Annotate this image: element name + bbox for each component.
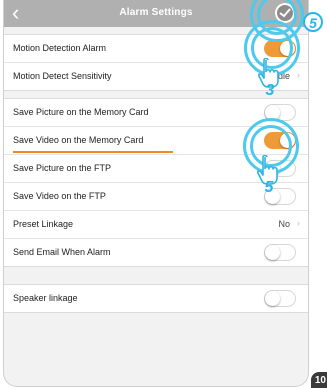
setting-label: Preset Linkage	[13, 219, 74, 229]
setting-label: Save Video on the Memory Card	[13, 135, 144, 145]
setting-label: Motion Detection Alarm	[13, 43, 107, 53]
setting-row-send-email-when-alarm: Send Email When Alarm	[4, 239, 308, 266]
setting-label: Save Picture on the FTP	[13, 163, 112, 173]
setting-label: Motion Detect Sensitivity	[13, 71, 112, 81]
setting-label: Speaker linkage	[13, 293, 78, 303]
setting-label: Save Picture on the Memory Card	[13, 107, 149, 117]
chevron-right-icon: ›	[297, 218, 300, 228]
speaker-settings-group: Speaker linkage	[4, 284, 308, 313]
step-badge-video: 5	[264, 179, 274, 196]
chevron-right-icon: ›	[297, 70, 300, 80]
step-badge-motion: 3	[265, 82, 275, 99]
setting-row-speaker-linkage: Speaker linkage	[4, 285, 308, 312]
send-email-when-alarm-toggle[interactable]	[264, 244, 296, 261]
setting-label: Save Video on the FTP	[13, 191, 106, 201]
setting-value: No	[278, 219, 290, 229]
toggle-knob	[265, 245, 280, 260]
toggle-knob	[265, 291, 280, 306]
page-number: 10	[311, 372, 327, 388]
setting-label: Send Email When Alarm	[13, 247, 111, 257]
speaker-linkage-toggle[interactable]	[264, 290, 296, 307]
step-badge-save: 5	[303, 12, 323, 32]
highlight-underline	[13, 151, 173, 153]
setting-row-preset-linkage[interactable]: Preset Linkage No ›	[4, 211, 308, 239]
